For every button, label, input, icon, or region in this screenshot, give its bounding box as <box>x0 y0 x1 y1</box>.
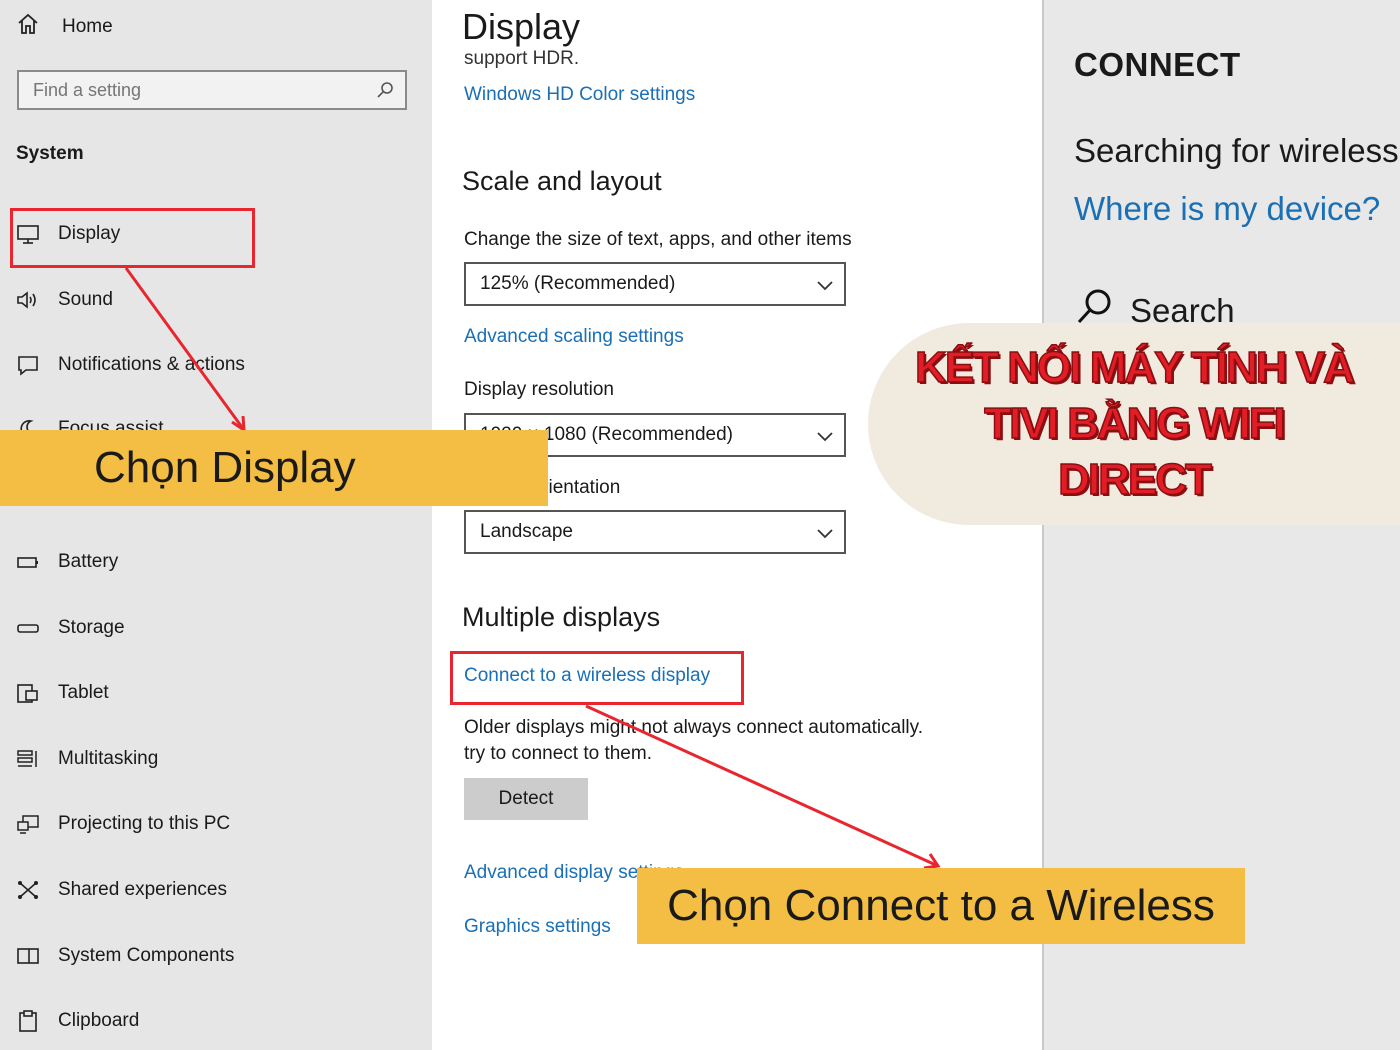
article-title-badge: KẾT NỐI MÁY TÍNH VÀ TIVI BẰNG WIFI DIREC… <box>868 323 1400 525</box>
sidebar-item-label: Storage <box>58 617 125 638</box>
graphics-settings-link[interactable]: Graphics settings <box>464 916 611 938</box>
find-setting-search[interactable] <box>17 70 407 110</box>
scale-dropdown[interactable]: 125% (Recommended) <box>464 262 846 306</box>
sidebar-item-battery[interactable]: Battery <box>14 547 118 577</box>
callout-choose-display: Chọn Display <box>0 430 548 506</box>
orientation-value: Landscape <box>480 521 573 542</box>
where-is-my-device-link[interactable]: Where is my device? <box>1074 190 1380 228</box>
sidebar-item-multitasking[interactable]: Multitasking <box>14 744 158 774</box>
sidebar-item-label: Projecting to this PC <box>58 813 231 834</box>
title-line-2: TIVI BẰNG WIFI <box>983 398 1286 449</box>
title-line-3: DIRECT <box>1057 454 1212 505</box>
searching-status-text: Searching for wireless <box>1074 132 1399 169</box>
title-line-1: KẾT NỐI MÁY TÍNH VÀ <box>914 342 1355 393</box>
orientation-dropdown[interactable]: Landscape <box>464 510 846 554</box>
sidebar-item-sound[interactable]: Sound <box>14 285 113 315</box>
chevron-down-icon <box>816 427 834 449</box>
older-displays-text: Older displays might not always connect … <box>464 717 924 738</box>
system-section-title: System <box>16 143 84 164</box>
sidebar-item-system-components[interactable]: System Components <box>14 941 234 971</box>
components-icon <box>14 944 42 968</box>
search-icon[interactable] <box>375 80 395 105</box>
notification-icon <box>14 353 42 377</box>
sidebar-item-shared-experiences[interactable]: Shared experiences <box>14 875 227 905</box>
sidebar-item-label: Tablet <box>58 682 109 703</box>
settings-sidebar: Home System Display Sound Notifications … <box>0 0 432 1050</box>
chevron-down-icon <box>816 524 834 546</box>
page-title: Display <box>462 6 581 47</box>
sidebar-item-label: Battery <box>58 551 119 572</box>
sidebar-item-label: Multitasking <box>58 748 159 769</box>
home-nav-item[interactable]: Home <box>16 12 113 42</box>
sidebar-item-notifications[interactable]: Notifications & actions <box>14 350 245 380</box>
sidebar-item-storage[interactable]: Storage <box>14 613 125 643</box>
windows-hd-color-link[interactable]: Windows HD Color settings <box>464 84 695 106</box>
sidebar-item-label: System Components <box>58 945 235 966</box>
chevron-down-icon <box>816 276 834 298</box>
sidebar-item-label: Shared experiences <box>58 879 227 900</box>
sidebar-item-projecting[interactable]: Projecting to this PC <box>14 809 230 839</box>
sidebar-item-label: Sound <box>58 289 113 310</box>
sidebar-item-label: Clipboard <box>58 1010 140 1031</box>
hdr-support-text: support HDR. <box>464 48 580 69</box>
clipboard-icon <box>14 1009 42 1033</box>
detect-button[interactable]: Detect <box>464 778 588 820</box>
storage-icon <box>14 616 42 640</box>
scale-layout-heading: Scale and layout <box>462 166 662 196</box>
home-label: Home <box>62 16 113 37</box>
sidebar-item-label: Notifications & actions <box>58 354 245 375</box>
sidebar-item-tablet[interactable]: Tablet <box>14 678 109 708</box>
multitasking-icon <box>14 747 42 771</box>
callout-choose-wireless: Chọn Connect to a Wireless <box>637 868 1245 944</box>
try-connect-text: try to connect to them. <box>464 743 652 764</box>
resolution-label: Display resolution <box>464 379 614 400</box>
advanced-scaling-link[interactable]: Advanced scaling settings <box>464 326 684 348</box>
display-highlight-box <box>10 208 255 268</box>
wireless-highlight-box <box>450 651 744 705</box>
scale-label: Change the size of text, apps, and other… <box>464 229 852 250</box>
shared-icon <box>14 878 42 902</box>
home-icon <box>16 12 40 42</box>
sidebar-item-clipboard[interactable]: Clipboard <box>14 1006 139 1036</box>
speaker-icon <box>14 288 42 312</box>
battery-icon <box>14 550 42 574</box>
find-setting-input[interactable] <box>19 72 367 108</box>
connect-title: CONNECT <box>1074 46 1241 83</box>
projecting-icon <box>14 812 42 836</box>
tablet-icon <box>14 681 42 705</box>
scale-value: 125% (Recommended) <box>480 273 676 294</box>
multiple-displays-heading: Multiple displays <box>462 602 661 632</box>
